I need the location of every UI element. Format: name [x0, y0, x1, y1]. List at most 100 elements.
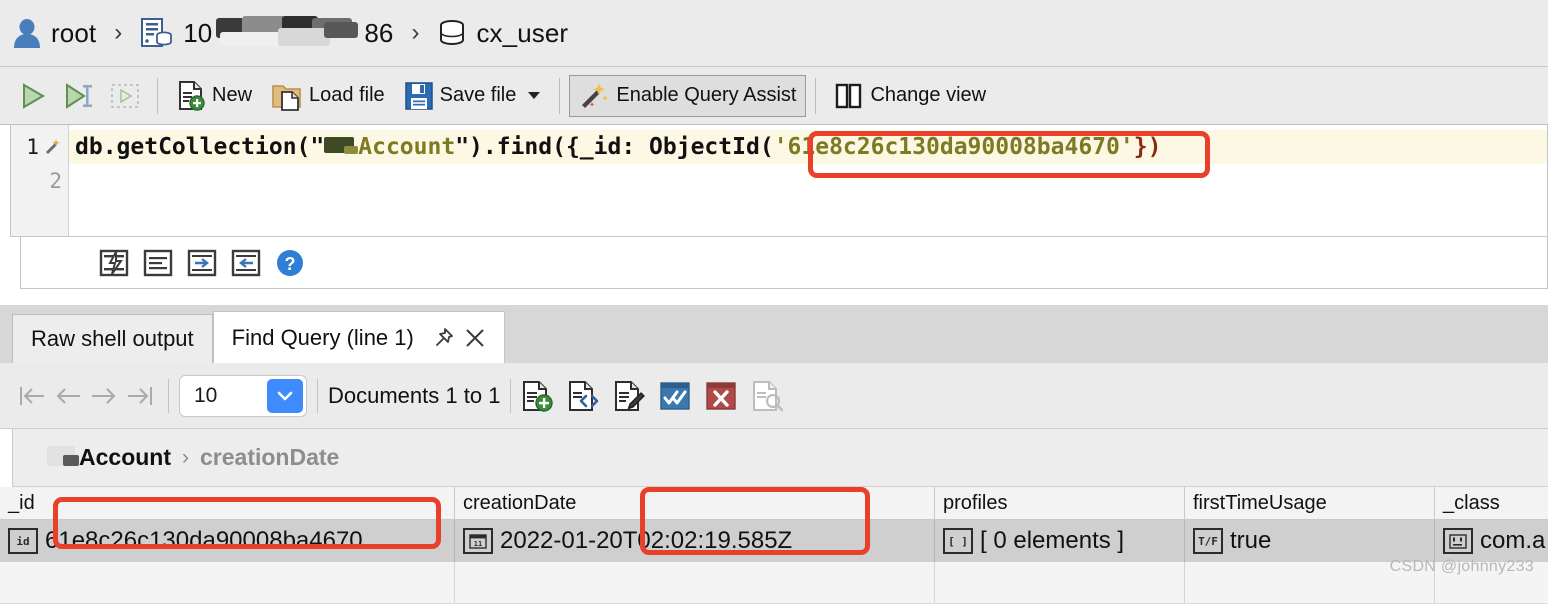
run-selection-button[interactable] [56, 75, 102, 117]
result-table: _id creationDate profiles firstTimeUsage… [0, 487, 1548, 604]
change-view-label: Change view [870, 84, 987, 106]
tab-find-query-label: Find Query (line 1) [231, 324, 414, 350]
cancel-icon[interactable] [705, 380, 737, 412]
document-action-icons [521, 380, 784, 412]
toolbar-divider-2 [559, 77, 561, 114]
query-editor-wrapper: 1 2 db.getCollection(" Account ").find({_i… [0, 125, 1548, 289]
string-type-icon [1443, 528, 1473, 554]
editor-gutter: 1 2 [11, 125, 69, 236]
field-breadcrumb-separator: › [182, 445, 189, 469]
table-header-row: _id creationDate profiles firstTimeUsage… [0, 487, 1548, 520]
field-collection-redaction-block [47, 445, 79, 469]
cell-class[interactable]: com.a [1435, 520, 1548, 562]
editor-code-area[interactable]: db.getCollection(" Account ").find({_id: O… [69, 125, 1547, 236]
change-view-icon [835, 82, 863, 110]
code-prefix: db.getCollection(" [75, 134, 325, 160]
code-line-1[interactable]: db.getCollection(" Account ").find({_id: O… [69, 130, 1547, 164]
indent-right-icon[interactable] [187, 248, 217, 278]
tab-find-query[interactable]: Find Query (line 1) [212, 311, 505, 363]
pager-divider-1 [168, 378, 169, 413]
run-icon [19, 82, 47, 110]
watermark: CSDN @johnny233 [1389, 558, 1534, 575]
code-collection-name: Account [358, 134, 456, 160]
column-header-class[interactable]: _class [1435, 487, 1548, 519]
load-file-icon [272, 81, 302, 111]
confirm-icon[interactable] [659, 380, 691, 412]
cell-firsttimeusage[interactable]: T/F true [1185, 520, 1435, 562]
tab-raw-shell-output[interactable]: Raw shell output [12, 314, 213, 363]
column-header-firsttimeusage[interactable]: firstTimeUsage [1185, 487, 1435, 519]
toolbar-divider-3 [815, 77, 817, 114]
tab-raw-shell-output-label: Raw shell output [31, 326, 194, 351]
toolbar-divider-1 [157, 77, 158, 114]
format-code-icon[interactable] [99, 248, 129, 278]
database-icon [437, 17, 467, 49]
previous-page-icon[interactable] [50, 378, 86, 414]
next-page-icon[interactable] [86, 378, 122, 414]
documents-count-label: Documents 1 to 1 [328, 382, 501, 408]
breadcrumb-database[interactable]: cx_user [476, 18, 568, 49]
wand-marker-icon[interactable] [44, 138, 62, 156]
page-size-dropdown-chevron-down-icon[interactable] [267, 378, 303, 413]
code-line-2[interactable] [69, 169, 1547, 203]
pin-icon[interactable] [432, 327, 454, 349]
magic-wand-icon [579, 81, 609, 111]
cell-profiles[interactable]: [ ] [ 0 elements ] [935, 520, 1185, 562]
cell-creationdate-value: 2022-01-20T02:02:19.585Z [500, 527, 793, 554]
close-icon[interactable] [464, 327, 486, 349]
format-lines-icon[interactable] [143, 248, 173, 278]
line-number-1-text: 1 [26, 135, 39, 159]
inspect-document-icon [751, 380, 784, 412]
table-row[interactable]: id 61e8c26c130da90008ba4670 11 2022-01-2… [0, 520, 1548, 562]
enable-query-assist-label: Enable Query Assist [616, 84, 797, 106]
code-mid: ").find({_id: ObjectId( [455, 134, 774, 160]
cell-id[interactable]: id 61e8c26c130da90008ba4670 [0, 520, 455, 562]
pager-divider-2 [317, 378, 318, 413]
breadcrumb-server-prefix: 10 [183, 17, 213, 48]
view-json-icon[interactable] [567, 380, 599, 412]
cell-firsttimeusage-value: true [1230, 527, 1272, 554]
cell-id-value: 61e8c26c130da90008ba4670 [45, 527, 363, 554]
column-header-profiles[interactable]: profiles [935, 487, 1185, 519]
code-object-id[interactable]: '61e8c26c130da90008ba4670' [774, 134, 1134, 160]
breadcrumb-bar: root › 10 86 › cx_user [0, 0, 1548, 67]
column-header-id[interactable]: _id [0, 487, 455, 519]
page-size-value: 10 [194, 383, 218, 407]
empty-cell-profiles [935, 562, 1185, 603]
array-type-icon: [ ] [943, 528, 973, 554]
code-suffix: }) [1133, 134, 1162, 160]
line-number-2-text: 2 [49, 169, 62, 193]
cell-creationdate[interactable]: 11 2022-01-20T02:02:19.585Z [455, 520, 935, 562]
query-editor[interactable]: 1 2 db.getCollection(" Account ").find({_i… [10, 125, 1548, 237]
editor-tool-row: ? [20, 237, 1548, 289]
new-button[interactable]: New [167, 75, 262, 117]
breadcrumb-server-suffix: 86 [364, 17, 394, 48]
field-breadcrumb-field[interactable]: creationDate [200, 444, 339, 471]
load-file-button-label: Load file [309, 84, 385, 106]
breadcrumb-user[interactable]: root [51, 18, 96, 49]
breadcrumb-separator-1: › [114, 19, 123, 46]
change-view-button[interactable]: Change view [825, 75, 996, 117]
save-file-button[interactable]: Save file [395, 75, 551, 117]
add-document-icon[interactable] [521, 380, 554, 412]
new-file-icon [177, 80, 205, 111]
save-file-icon [404, 81, 433, 110]
chevron-down-icon[interactable] [528, 92, 541, 99]
help-icon[interactable]: ? [275, 248, 305, 278]
breadcrumb: root › 10 86 › cx_user [12, 15, 568, 49]
indent-left-icon[interactable] [231, 248, 261, 278]
table-row-empty[interactable] [0, 562, 1548, 604]
last-page-icon[interactable] [122, 378, 158, 414]
breadcrumb-server[interactable]: 10 86 [183, 15, 394, 49]
column-header-creationdate[interactable]: creationDate [455, 487, 935, 519]
cell-profiles-value: [ 0 elements ] [980, 527, 1125, 554]
page-size-combobox[interactable]: 10 [179, 374, 307, 417]
stop-icon [110, 82, 140, 110]
server-icon [140, 17, 174, 49]
enable-query-assist-button[interactable]: Enable Query Assist [569, 74, 807, 117]
field-breadcrumb-collection[interactable]: Account [47, 444, 171, 471]
edit-document-icon[interactable] [613, 380, 646, 412]
run-button[interactable] [10, 75, 56, 117]
first-page-icon[interactable] [14, 378, 50, 414]
load-file-button[interactable]: Load file [262, 75, 395, 117]
